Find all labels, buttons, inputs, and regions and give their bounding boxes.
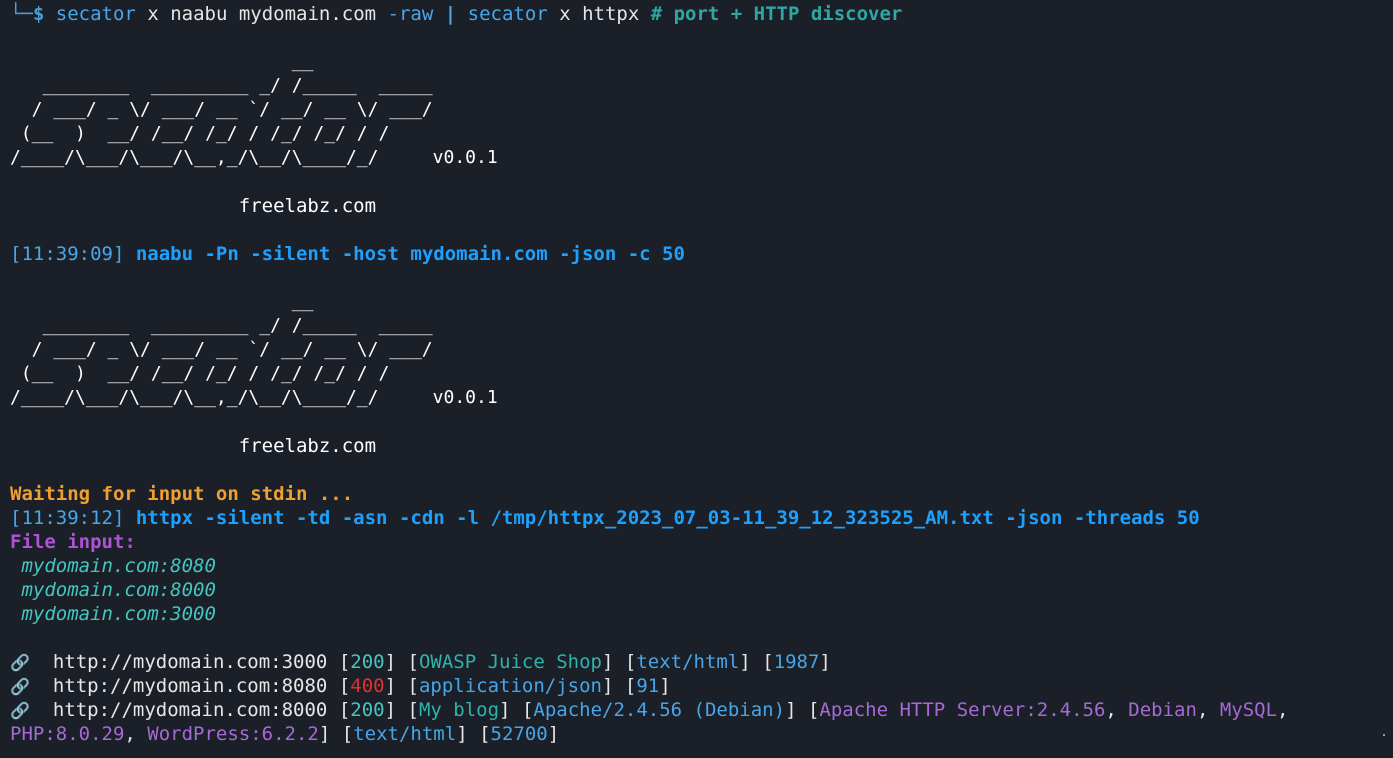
- file-input-item: mydomain.com:8000: [0, 578, 1393, 602]
- result-url[interactable]: http://mydomain.com:8000: [53, 699, 328, 721]
- page-title: My blog: [418, 699, 500, 721]
- tech-item: WordPress:6.2.2: [147, 723, 319, 745]
- page-title: OWASP Juice Shop: [418, 651, 602, 673]
- banner-ascii-line: __: [10, 51, 444, 72]
- result-row: 🔗 http://mydomain.com:8080 [400] [applic…: [10, 675, 671, 697]
- run-command-line: [11:39:12] httpx -silent -td -asn -cdn -…: [0, 506, 1393, 530]
- banner-ascii-line: /____/\___/\___/\__,_/\__/\____/_/ v0.0.…: [0, 146, 1393, 170]
- status-code: 400: [350, 675, 385, 697]
- command-flag: -raw: [387, 3, 434, 25]
- tech-item: Apache HTTP Server:2.4.56: [819, 699, 1106, 721]
- banner: __ ________ _________ _/ /_____ _____ / …: [0, 50, 1393, 218]
- banner-ascii-line: ________ _________ _/ /_____ _____: [10, 75, 433, 96]
- banner-version: v0.0.1: [432, 387, 498, 408]
- web-server: Apache/2.4.56 (Debian): [533, 699, 786, 721]
- content-length: 52700: [490, 723, 548, 745]
- command-name: secator: [467, 3, 548, 25]
- content-type: application/json: [418, 675, 602, 697]
- run-command: httpx -silent -td -asn -cdn -l /tmp/http…: [135, 507, 1200, 529]
- banner-ascii-line: / ___/ _ \/ ___/ __ `/ __/ __ \/ ___/: [10, 99, 433, 120]
- file-input-host: mydomain.com:8000: [21, 579, 216, 601]
- banner-site: freelabz.com: [238, 435, 377, 457]
- banner-ascii-line: (__ ) __/ /__/ /_/ / /_/ /_/ / /: [10, 123, 433, 144]
- tech-item: MySQL: [1219, 699, 1278, 721]
- result-row-continued: PHP:8.0.29, WordPress:6.2.2] [text/html]…: [10, 723, 560, 745]
- banner-site: freelabz.com: [238, 195, 377, 217]
- banner-ascii-line: / ___/ _ \/ ___/ __ `/ __/ __ \/ ___/: [10, 339, 433, 360]
- banner-ascii-text: /____/\___/\___/\__,_/\__/\____/_/: [10, 147, 433, 168]
- banner-ascii-text: /____/\___/\___/\__,_/\__/\____/_/: [10, 387, 433, 408]
- status-code: 200: [350, 651, 385, 673]
- file-input-host: mydomain.com:8080: [21, 555, 216, 577]
- banner-ascii-line: ________ _________ _/ /_____ _____: [10, 315, 433, 336]
- file-input-item: mydomain.com:3000: [0, 602, 1393, 626]
- prompt-line: └─$ secator x naabu mydomain.com -raw | …: [0, 2, 1393, 26]
- prompt-dollar: $: [32, 3, 45, 25]
- result-row: 🔗 http://mydomain.com:3000 [200] [OWASP …: [10, 651, 831, 673]
- timestamp: [11:39:12]: [10, 507, 125, 529]
- banner-site-line: freelabz.com: [0, 434, 1393, 458]
- status-code: 200: [350, 699, 385, 721]
- result-url[interactable]: http://mydomain.com:3000: [53, 651, 328, 673]
- banner: __ ________ _________ _/ /_____ _____ / …: [0, 290, 1393, 458]
- command-name: secator: [55, 3, 136, 25]
- pipe-symbol: |: [444, 3, 457, 25]
- content-type: text/html: [636, 651, 740, 673]
- link-icon: 🔗: [10, 653, 30, 672]
- content-type: text/html: [353, 723, 457, 745]
- banner-ascii-line: __: [10, 291, 444, 312]
- timestamp: [11:39:09]: [10, 243, 125, 265]
- link-icon: 🔗: [10, 701, 30, 720]
- banner-ascii-line: (__ ) __/ /__/ /_/ / /_/ /_/ / /: [10, 363, 433, 384]
- file-input-host: mydomain.com:3000: [21, 603, 216, 625]
- tech-item: Debian: [1128, 699, 1197, 721]
- terminal-window[interactable]: └─$ secator x naabu mydomain.com -raw | …: [0, 0, 1393, 758]
- terminal-cursor: [1383, 734, 1385, 736]
- file-input-label: File input:: [10, 531, 136, 553]
- prompt-corner: └─: [10, 3, 33, 25]
- run-command: naabu -Pn -silent -host mydomain.com -js…: [135, 243, 685, 265]
- run-command-line: [11:39:09] naabu -Pn -silent -host mydom…: [0, 242, 1393, 266]
- result-row: 🔗 http://mydomain.com:8000 [200] [My blo…: [10, 699, 1289, 721]
- banner-site-line: freelabz.com: [0, 194, 1393, 218]
- file-input-item: mydomain.com:8080: [0, 554, 1393, 578]
- banner-ascii-line: /____/\___/\___/\__,_/\__/\____/_/ v0.0.…: [0, 386, 1393, 410]
- command-args: x naabu mydomain.com: [135, 3, 388, 25]
- waiting-message: Waiting for input on stdin ...: [10, 483, 354, 505]
- tech-item: PHP:8.0.29: [10, 723, 125, 745]
- content-length: 1987: [773, 651, 820, 673]
- content-length: 91: [636, 675, 660, 697]
- link-icon: 🔗: [10, 677, 30, 696]
- result-url[interactable]: http://mydomain.com:8080: [53, 675, 328, 697]
- command-comment: # port + HTTP discover: [650, 3, 903, 25]
- banner-version: v0.0.1: [432, 147, 498, 168]
- command-args: x httpx: [547, 3, 651, 25]
